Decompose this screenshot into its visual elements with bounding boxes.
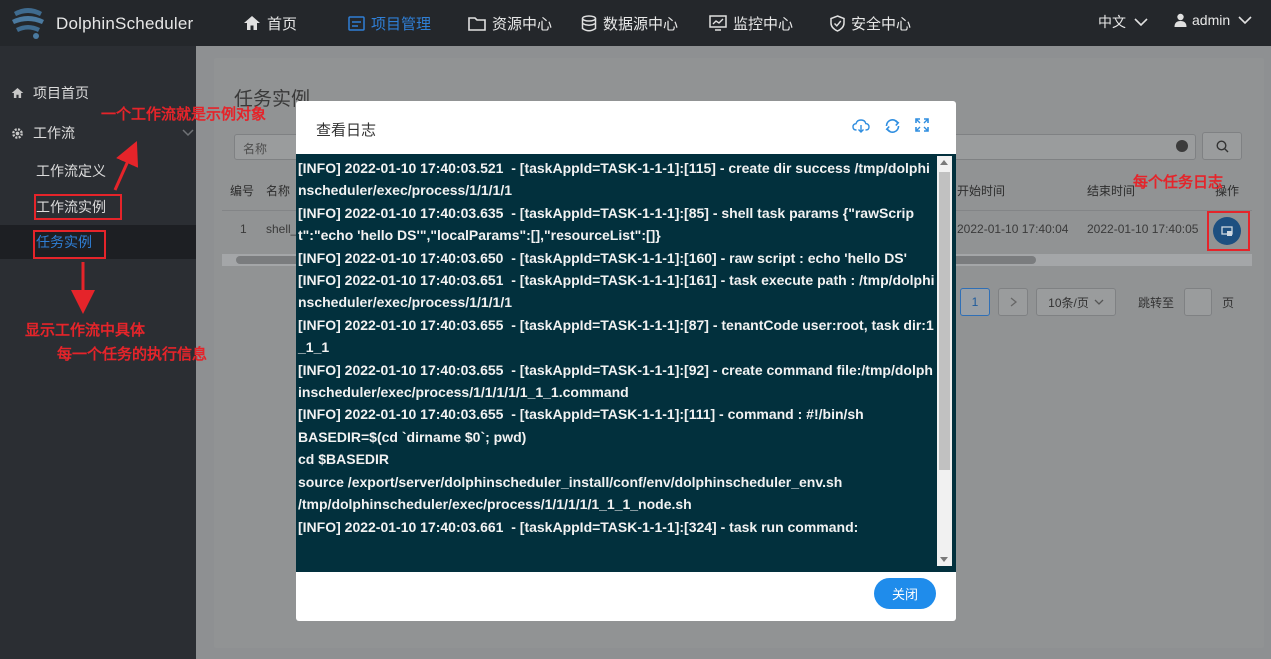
annotation-box-task-instance	[33, 230, 106, 259]
annotation-arrows	[71, 141, 139, 314]
annotation-box-workflow-instance	[34, 194, 122, 220]
annotation-detail-line2: 每一个任务的执行信息	[57, 346, 208, 363]
annotation-detail-line1: 显示工作流中具体	[25, 322, 146, 339]
annotation-workflow-is-instance: 一个工作流就是示例对象	[101, 106, 267, 123]
annotation-each-task-log: 每个任务日志	[1133, 174, 1224, 191]
annotation-box-log-button	[1207, 211, 1250, 251]
